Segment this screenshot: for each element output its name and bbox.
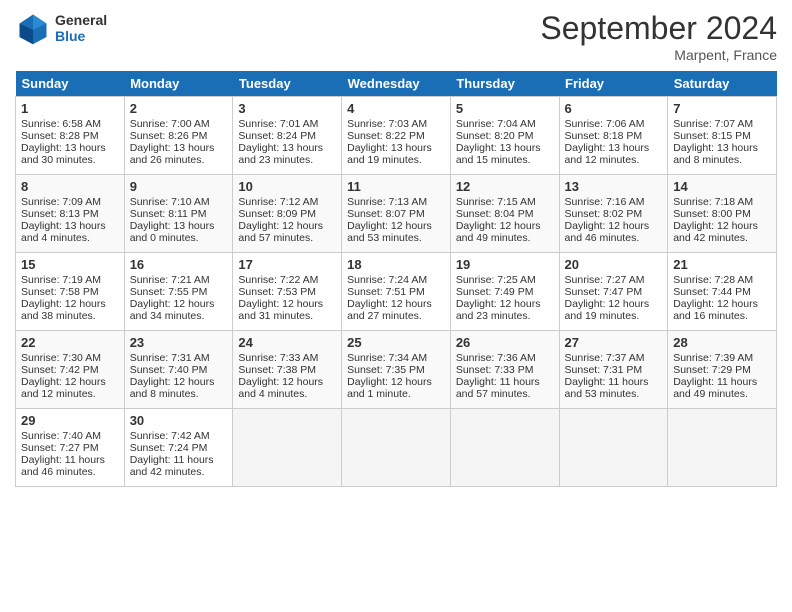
day-21: 21 Sunrise: 7:28 AM Sunset: 7:44 PM Dayl… [668, 253, 777, 331]
day-26: 26 Sunrise: 7:36 AM Sunset: 7:33 PM Dayl… [450, 331, 559, 409]
col-sunday: Sunday [16, 71, 125, 97]
day-1: 1 Sunrise: 6:58 AM Sunset: 8:28 PM Dayli… [16, 97, 125, 175]
week-2: 8 Sunrise: 7:09 AM Sunset: 8:13 PM Dayli… [16, 175, 777, 253]
col-thursday: Thursday [450, 71, 559, 97]
day-12: 12 Sunrise: 7:15 AM Sunset: 8:04 PM Dayl… [450, 175, 559, 253]
day-13: 13 Sunrise: 7:16 AM Sunset: 8:02 PM Dayl… [559, 175, 668, 253]
logo: General Blue [15, 10, 107, 46]
day-2: 2 Sunrise: 7:00 AM Sunset: 8:26 PM Dayli… [124, 97, 233, 175]
day-17: 17 Sunrise: 7:22 AM Sunset: 7:53 PM Dayl… [233, 253, 342, 331]
empty-cell-1 [233, 409, 342, 487]
day-27: 27 Sunrise: 7:37 AM Sunset: 7:31 PM Dayl… [559, 331, 668, 409]
empty-cell-4 [559, 409, 668, 487]
day-4: 4 Sunrise: 7:03 AM Sunset: 8:22 PM Dayli… [342, 97, 451, 175]
col-wednesday: Wednesday [342, 71, 451, 97]
main-container: General Blue September 2024 Marpent, Fra… [0, 0, 792, 497]
day-6: 6 Sunrise: 7:06 AM Sunset: 8:18 PM Dayli… [559, 97, 668, 175]
header: General Blue September 2024 Marpent, Fra… [15, 10, 777, 63]
header-row: Sunday Monday Tuesday Wednesday Thursday… [16, 71, 777, 97]
day-23: 23 Sunrise: 7:31 AM Sunset: 7:40 PM Dayl… [124, 331, 233, 409]
empty-cell-2 [342, 409, 451, 487]
month-title: September 2024 [540, 10, 777, 47]
col-friday: Friday [559, 71, 668, 97]
week-4: 22 Sunrise: 7:30 AM Sunset: 7:42 PM Dayl… [16, 331, 777, 409]
day-9: 9 Sunrise: 7:10 AM Sunset: 8:11 PM Dayli… [124, 175, 233, 253]
day-8: 8 Sunrise: 7:09 AM Sunset: 8:13 PM Dayli… [16, 175, 125, 253]
day-10: 10 Sunrise: 7:12 AM Sunset: 8:09 PM Dayl… [233, 175, 342, 253]
empty-cell-3 [450, 409, 559, 487]
day-29: 29 Sunrise: 7:40 AM Sunset: 7:27 PM Dayl… [16, 409, 125, 487]
logo-text: General Blue [55, 12, 107, 44]
week-5: 29 Sunrise: 7:40 AM Sunset: 7:27 PM Dayl… [16, 409, 777, 487]
col-tuesday: Tuesday [233, 71, 342, 97]
week-3: 15 Sunrise: 7:19 AM Sunset: 7:58 PM Dayl… [16, 253, 777, 331]
col-saturday: Saturday [668, 71, 777, 97]
day-7: 7 Sunrise: 7:07 AM Sunset: 8:15 PM Dayli… [668, 97, 777, 175]
day-5: 5 Sunrise: 7:04 AM Sunset: 8:20 PM Dayli… [450, 97, 559, 175]
day-24: 24 Sunrise: 7:33 AM Sunset: 7:38 PM Dayl… [233, 331, 342, 409]
logo-icon [15, 10, 51, 46]
logo-line1: General [55, 12, 107, 28]
day-11: 11 Sunrise: 7:13 AM Sunset: 8:07 PM Dayl… [342, 175, 451, 253]
day-18: 18 Sunrise: 7:24 AM Sunset: 7:51 PM Dayl… [342, 253, 451, 331]
day-16: 16 Sunrise: 7:21 AM Sunset: 7:55 PM Dayl… [124, 253, 233, 331]
day-14: 14 Sunrise: 7:18 AM Sunset: 8:00 PM Dayl… [668, 175, 777, 253]
calendar-table: Sunday Monday Tuesday Wednesday Thursday… [15, 71, 777, 487]
day-28: 28 Sunrise: 7:39 AM Sunset: 7:29 PM Dayl… [668, 331, 777, 409]
col-monday: Monday [124, 71, 233, 97]
week-1: 1 Sunrise: 6:58 AM Sunset: 8:28 PM Dayli… [16, 97, 777, 175]
day-19: 19 Sunrise: 7:25 AM Sunset: 7:49 PM Dayl… [450, 253, 559, 331]
title-section: September 2024 Marpent, France [540, 10, 777, 63]
day-25: 25 Sunrise: 7:34 AM Sunset: 7:35 PM Dayl… [342, 331, 451, 409]
location: Marpent, France [540, 47, 777, 63]
day-20: 20 Sunrise: 7:27 AM Sunset: 7:47 PM Dayl… [559, 253, 668, 331]
day-22: 22 Sunrise: 7:30 AM Sunset: 7:42 PM Dayl… [16, 331, 125, 409]
day-30: 30 Sunrise: 7:42 AM Sunset: 7:24 PM Dayl… [124, 409, 233, 487]
empty-cell-5 [668, 409, 777, 487]
logo-line2: Blue [55, 28, 107, 44]
day-3: 3 Sunrise: 7:01 AM Sunset: 8:24 PM Dayli… [233, 97, 342, 175]
day-15: 15 Sunrise: 7:19 AM Sunset: 7:58 PM Dayl… [16, 253, 125, 331]
